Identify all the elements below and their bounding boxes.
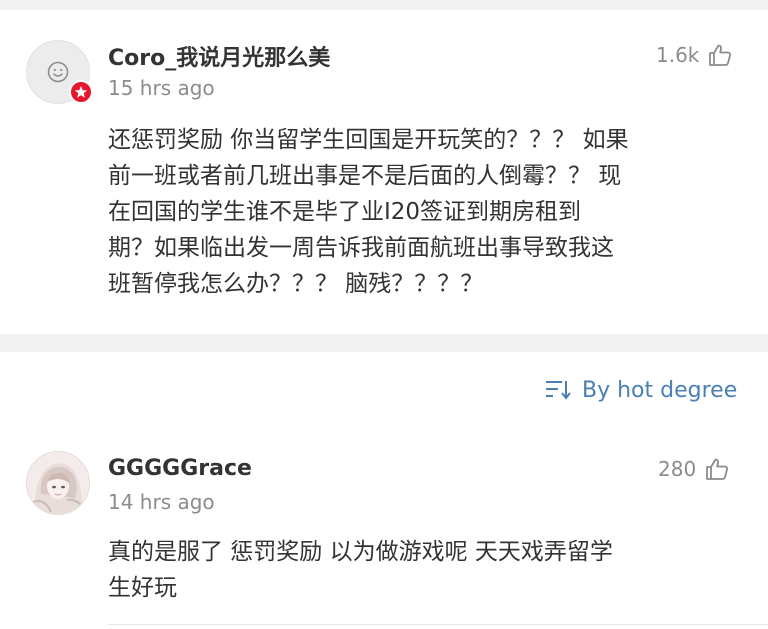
avatar[interactable] bbox=[26, 451, 90, 515]
like-count: 280 bbox=[658, 457, 697, 481]
thumbs-up-icon bbox=[706, 458, 729, 480]
comment-timestamp: 14 hrs ago bbox=[108, 490, 215, 514]
sort-by-hot-button[interactable]: By hot degree bbox=[544, 374, 737, 406]
smiley-face-icon bbox=[47, 61, 69, 83]
comment-username[interactable]: GGGGGrace bbox=[108, 456, 252, 481]
comment-card: Coro_我说月光那么美 15 hrs ago 1.6k 还惩罚奖励 你当留学生… bbox=[0, 10, 768, 334]
divider bbox=[108, 624, 768, 625]
like-count: 1.6k bbox=[656, 43, 700, 67]
comment-username[interactable]: Coro_我说月光那么美 bbox=[108, 40, 330, 72]
sort-label: By hot degree bbox=[582, 377, 738, 403]
verified-badge bbox=[69, 80, 93, 104]
top-spacer bbox=[0, 0, 768, 10]
like-button[interactable]: 1.6k bbox=[656, 40, 733, 70]
comment-timestamp: 15 hrs ago bbox=[108, 76, 215, 100]
anime-girl-avatar-icon bbox=[27, 452, 89, 514]
sort-icon bbox=[546, 381, 571, 400]
star-icon bbox=[74, 86, 88, 98]
comment-text: 真的是服了 惩罚奖励 以为做游戏呢 天天戏弄留学 生好玩 bbox=[108, 539, 613, 601]
thumbs-up-icon bbox=[709, 44, 732, 66]
like-button[interactable]: 280 bbox=[658, 454, 730, 484]
section-divider bbox=[0, 334, 768, 352]
comment-text: 还惩罚奖励 你当留学生回国是开玩笑的？？？ 如果 前一班或者前几班出事是不是后面… bbox=[108, 127, 629, 297]
